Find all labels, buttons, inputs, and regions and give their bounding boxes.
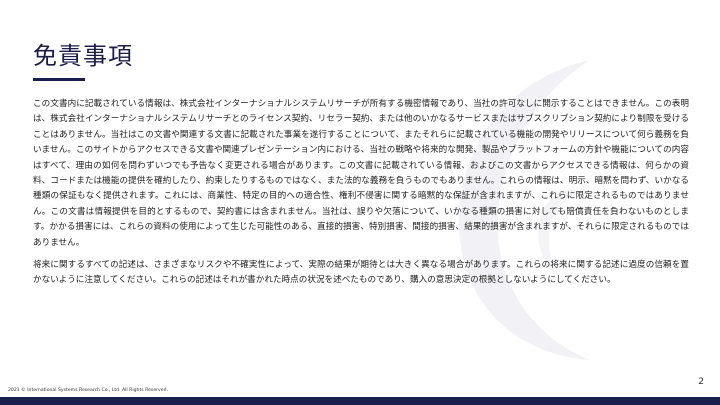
copyright-notice: 2021 © International Systems Research Co… [8, 388, 168, 393]
title-underline [33, 78, 85, 81]
disclaimer-paragraph: この文書内に記載されている情報は、株式会社インターナショナルシステムリサーチが所… [33, 99, 689, 248]
page-number: 2 [698, 377, 704, 387]
page-title: 免責事項 [33, 42, 133, 70]
footer-band [0, 397, 720, 405]
forward-looking-paragraph: 将来に関するすべての記述は、さまざまなリスクや不確実性によって、実際の結果が期待… [33, 260, 689, 286]
